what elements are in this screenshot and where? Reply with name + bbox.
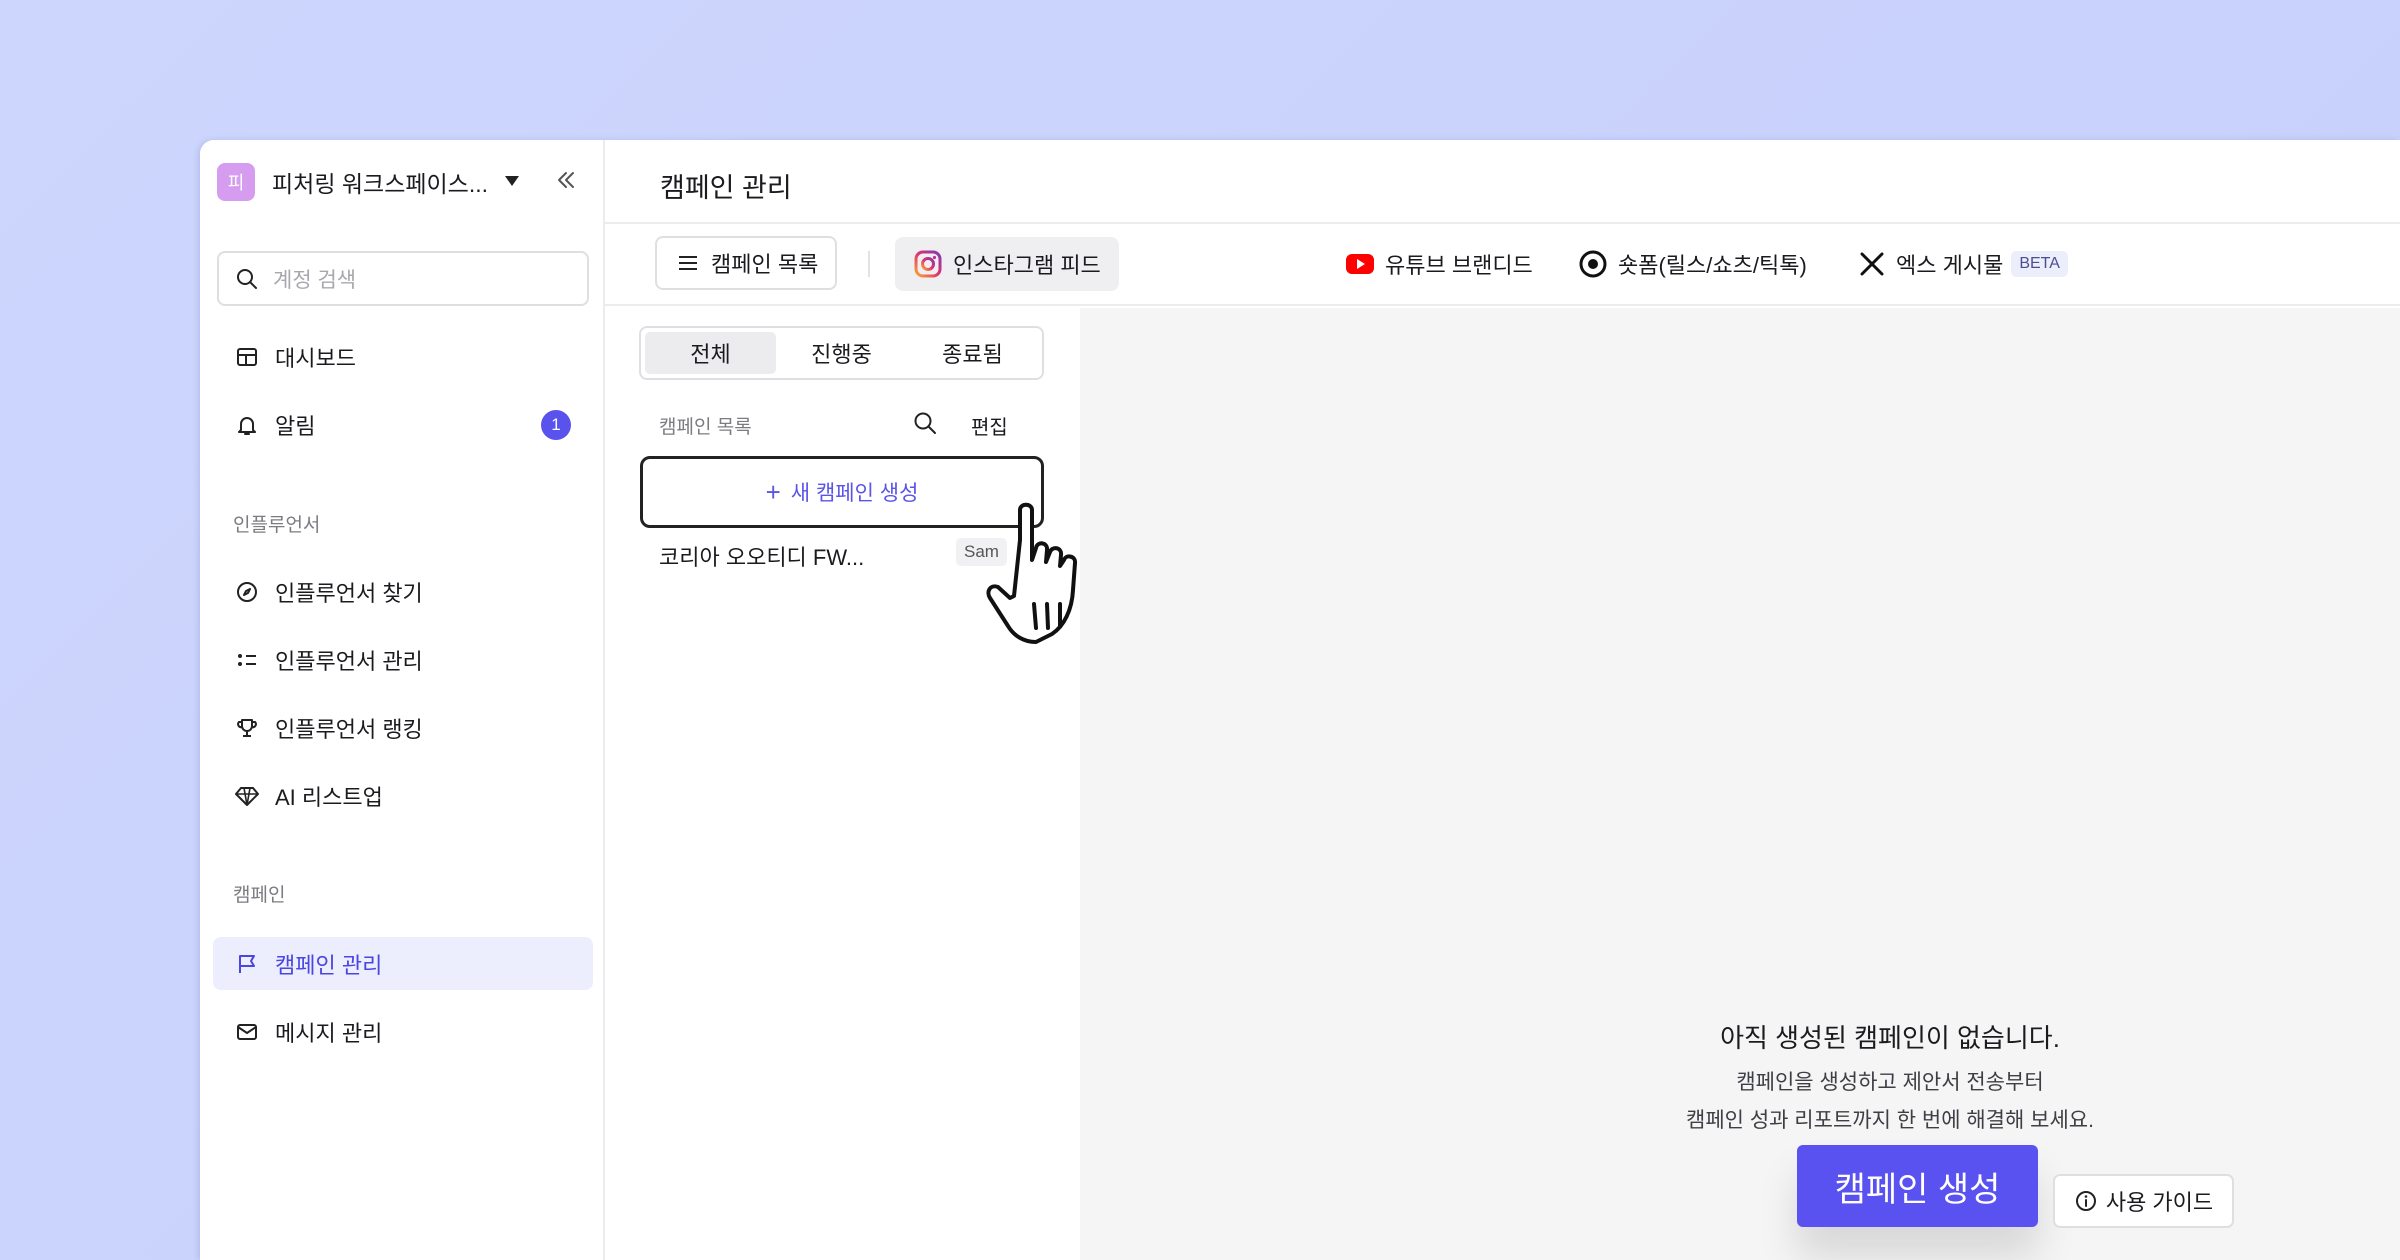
- tab-instagram-feed[interactable]: 인스타그램 피드: [895, 237, 1119, 291]
- menu-icon: [679, 256, 697, 270]
- sidebar-item-find-influencer[interactable]: 인플루언서 찾기: [213, 565, 593, 618]
- shortform-icon: [1579, 250, 1607, 278]
- sidebar-item-label: 메시지 관리: [275, 1020, 383, 1046]
- tab-label: 인스타그램 피드: [953, 253, 1101, 278]
- sidebar-item-ai-listup[interactable]: AI 리스트업: [213, 769, 593, 822]
- campaign-list-button[interactable]: 캠페인 목록: [655, 236, 837, 290]
- caret-down-icon[interactable]: [505, 176, 519, 186]
- status-filter-segment: 전체 진행중 종료됨: [639, 326, 1044, 380]
- workspace-switcher[interactable]: 피 피처링 워크스페이스...: [217, 163, 488, 201]
- collapse-sidebar-icon[interactable]: [554, 168, 578, 192]
- sidebar-item-label: 인플루언서 찾기: [275, 580, 423, 606]
- sidebar-item-campaign-manage[interactable]: 캠페인 관리: [213, 937, 593, 990]
- youtube-icon: [1346, 254, 1374, 274]
- section-label-influencer: 인플루언서: [233, 515, 321, 536]
- empty-desc-line-2: 캠페인 성과 리포트까지 한 번에 해결해 보세요.: [1686, 1109, 2094, 1132]
- tab-label: 유튜브 브랜디드: [1385, 253, 1533, 278]
- search-icon: [237, 268, 257, 289]
- mail-icon: [233, 1018, 261, 1046]
- usage-guide-label: 사용 가이드: [2105, 1190, 2214, 1215]
- notification-count-badge: 1: [541, 410, 571, 440]
- search-icon[interactable]: [912, 410, 938, 436]
- empty-state-title: 아직 생성된 캠페인이 없습니다.: [1720, 1023, 2060, 1053]
- sidebar-item-label: 인플루언서 랭킹: [275, 716, 423, 742]
- sidebar-item-label: 알림: [275, 413, 316, 439]
- beta-badge: BETA: [2011, 251, 2068, 277]
- empty-state-description: 캠페인을 생성하고 제안서 전송부터 캠페인 성과 리포트까지 한 번에 해결해…: [1640, 1064, 2140, 1140]
- list-icon: [233, 646, 261, 674]
- sidebar-item-manage-influencer[interactable]: 인플루언서 관리: [213, 633, 593, 686]
- tab-youtube-branded[interactable]: 유튜브 브랜디드: [1327, 237, 1551, 291]
- plus-icon: +: [765, 476, 781, 507]
- sidebar-item-dashboard[interactable]: 대시보드: [213, 330, 593, 383]
- info-icon: [2075, 1191, 2096, 1211]
- dashboard-icon: [233, 343, 261, 371]
- campaign-list-label: 캠페인 목록: [711, 252, 819, 277]
- sidebar-item-label: 인플루언서 관리: [275, 648, 423, 674]
- workspace-avatar: 피: [217, 163, 255, 201]
- trophy-icon: [233, 714, 261, 742]
- sidebar: 피 피처링 워크스페이스... 계정 검색 대시보드 알림 1 인플루언서 인플…: [200, 140, 605, 1260]
- section-label-campaign: 캠페인: [233, 885, 286, 906]
- bell-icon: [233, 411, 261, 439]
- campaign-row-name[interactable]: 코리아 오오티디 FW...: [659, 540, 864, 572]
- compass-icon: [233, 578, 261, 606]
- campaign-list-panel: [605, 308, 1080, 1260]
- search-placeholder: 계정 검색: [273, 268, 357, 292]
- tab-label: 엑스 게시물: [1896, 253, 2004, 278]
- tab-label: 숏폼(릴스/쇼츠/틱톡): [1618, 253, 1807, 278]
- account-search-input[interactable]: 계정 검색: [217, 251, 589, 306]
- sidebar-item-influencer-ranking[interactable]: 인플루언서 랭킹: [213, 701, 593, 754]
- edit-button[interactable]: 편집: [971, 411, 1008, 440]
- new-campaign-label: 새 캠페인 생성: [790, 482, 919, 505]
- create-campaign-button[interactable]: 캠페인 생성: [1797, 1145, 2038, 1227]
- segment-in-progress[interactable]: 진행중: [776, 332, 907, 374]
- sidebar-item-notifications[interactable]: 알림 1: [213, 398, 593, 451]
- empty-desc-line-1: 캠페인을 생성하고 제안서 전송부터: [1736, 1071, 2044, 1094]
- sidebar-item-label: 대시보드: [275, 345, 356, 371]
- usage-guide-button[interactable]: 사용 가이드: [2053, 1174, 2234, 1228]
- sidebar-item-label: AI 리스트업: [275, 784, 383, 810]
- instagram-icon: [914, 250, 942, 278]
- toolbar-divider: [868, 251, 870, 277]
- flag-icon: [233, 950, 261, 978]
- tab-x-posts[interactable]: 엑스 게시물 BETA: [1840, 237, 2086, 291]
- segment-ended[interactable]: 종료됨: [907, 332, 1038, 374]
- sidebar-item-message-manage[interactable]: 메시지 관리: [213, 1005, 593, 1058]
- workspace-name: 피처링 워크스페이스...: [272, 171, 489, 197]
- tab-shortform[interactable]: 숏폼(릴스/쇼츠/틱톡): [1560, 237, 1825, 291]
- app-window: 피 피처링 워크스페이스... 계정 검색 대시보드 알림 1 인플루언서 인플…: [200, 140, 2400, 1260]
- x-icon: [1860, 252, 1884, 276]
- sidebar-item-label: 캠페인 관리: [275, 952, 383, 978]
- segment-all[interactable]: 전체: [645, 332, 776, 374]
- page-title: 캠페인 관리: [660, 173, 792, 203]
- diamond-icon: [233, 782, 261, 810]
- campaign-list-heading: 캠페인 목록: [659, 417, 752, 438]
